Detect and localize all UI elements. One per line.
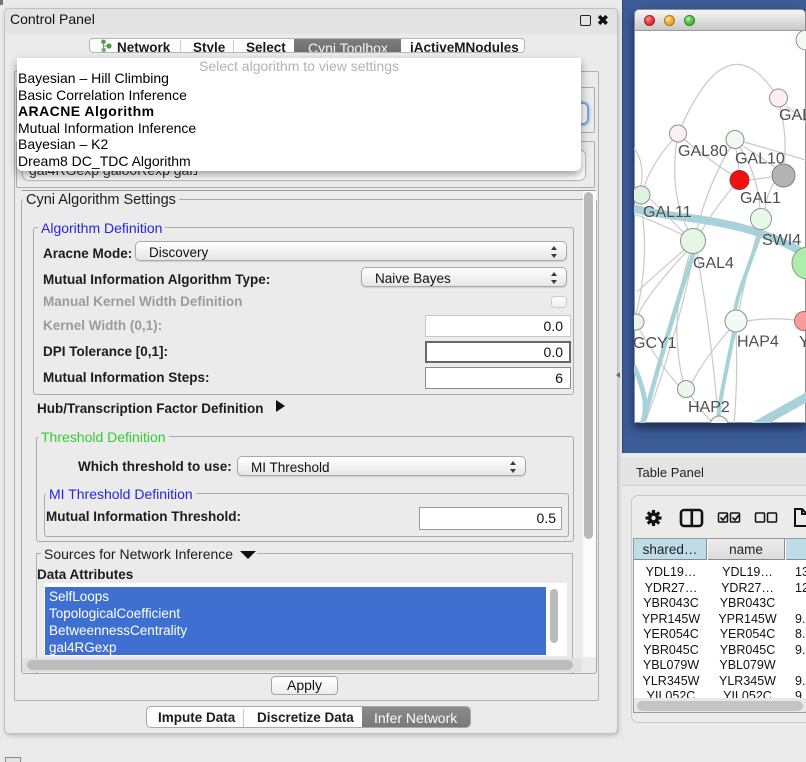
svg-text:GAL4: GAL4 (693, 255, 734, 272)
svg-text:GAL11: GAL11 (643, 204, 692, 221)
svg-text:SWI4: SWI4 (762, 232, 801, 249)
svg-text:HAP4: HAP4 (737, 334, 779, 351)
svg-text:GCY1: GCY1 (634, 335, 677, 352)
svg-text:GAL1: GAL1 (740, 190, 781, 207)
svg-text:GAL10: GAL10 (735, 151, 785, 168)
svg-text:GAL7: GAL7 (779, 107, 806, 124)
svg-text:GAL80: GAL80 (678, 143, 728, 160)
svg-text:HAP2: HAP2 (688, 399, 730, 416)
svg-text:YM: YM (799, 334, 806, 351)
